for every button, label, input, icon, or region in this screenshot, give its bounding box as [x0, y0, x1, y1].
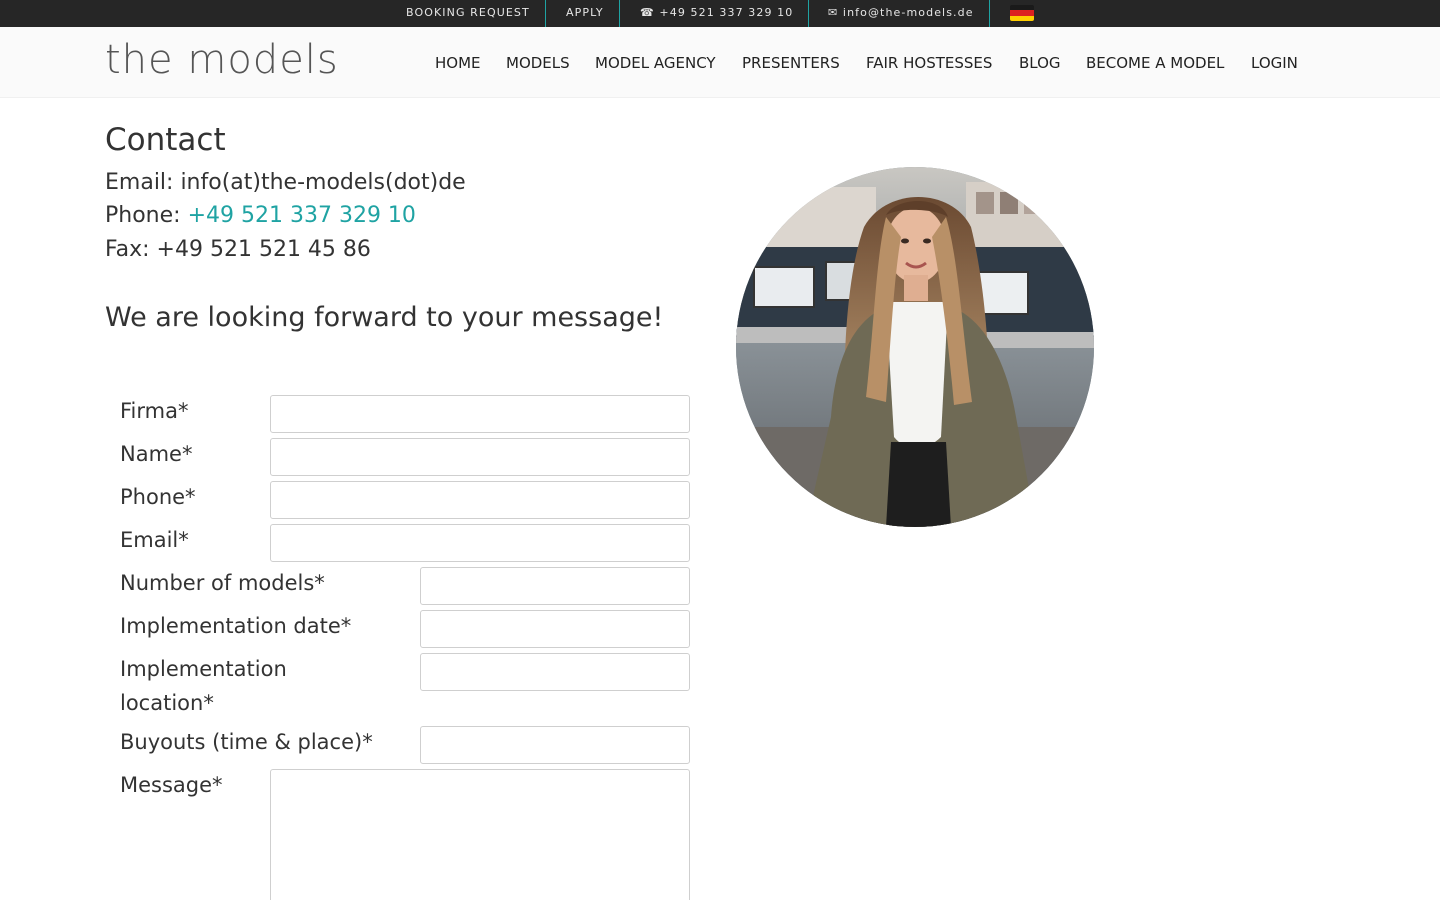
- topbar-separator: [989, 0, 990, 27]
- phone-field[interactable]: [270, 481, 690, 519]
- nav-model-agency[interactable]: MODEL AGENCY: [595, 54, 716, 72]
- implementation-location-field[interactable]: [420, 653, 690, 691]
- number-of-models-field[interactable]: [420, 567, 690, 605]
- nav-become-a-model[interactable]: BECOME A MODEL: [1086, 54, 1224, 72]
- german-flag-icon[interactable]: [1010, 5, 1034, 21]
- nav-login[interactable]: LOGIN: [1251, 54, 1298, 72]
- number-of-models-label: Number of models*: [120, 571, 325, 595]
- contact-person-photo-illustration: [736, 167, 1094, 527]
- nav-home[interactable]: HOME: [435, 54, 481, 72]
- implementation-date-field[interactable]: [420, 610, 690, 648]
- firma-label: Firma*: [120, 399, 189, 423]
- contact-phone: Phone: +49 521 337 329 10: [105, 201, 416, 231]
- logo-text: the models: [105, 37, 339, 83]
- site-logo[interactable]: the models: [105, 30, 377, 90]
- topbar-separator: [545, 0, 546, 27]
- email-field[interactable]: [270, 524, 690, 562]
- email-label: Email*: [120, 528, 189, 552]
- contact-email: Email: info(at)the-models(dot)de: [105, 170, 466, 195]
- implementation-date-label: Implementation date*: [120, 614, 352, 638]
- top-bar: BOOKING REQUEST APPLY ☎ +49 521 337 329 …: [0, 0, 1440, 27]
- contact-phone-label: Phone:: [105, 203, 188, 228]
- contact-person-photo: [736, 167, 1094, 527]
- contact-phone-link[interactable]: +49 521 337 329 10: [188, 203, 416, 228]
- nav-presenters[interactable]: PRESENTERS: [742, 54, 840, 72]
- site-header: the models HOME MODELS MODEL AGENCY PRES…: [0, 27, 1440, 98]
- implementation-location-label: Implementation: [120, 657, 287, 681]
- implementation-location-label-continued: location*: [120, 691, 214, 715]
- contact-fax: Fax: +49 521 521 45 86: [105, 237, 371, 262]
- page-title: Contact: [105, 122, 226, 158]
- name-field[interactable]: [270, 438, 690, 476]
- booking-request-link[interactable]: BOOKING REQUEST: [406, 0, 530, 27]
- form-heading: We are looking forward to your message!: [105, 302, 664, 333]
- apply-link[interactable]: APPLY: [566, 0, 604, 27]
- message-label: Message*: [120, 773, 223, 797]
- topbar-separator: [808, 0, 809, 27]
- nav-blog[interactable]: BLOG: [1019, 54, 1061, 72]
- message-field[interactable]: [270, 769, 690, 900]
- firma-field[interactable]: [270, 395, 690, 433]
- nav-fair-hostesses[interactable]: FAIR HOSTESSES: [866, 54, 992, 72]
- topbar-separator: [619, 0, 620, 27]
- phone-label: Phone*: [120, 485, 196, 509]
- name-label: Name*: [120, 442, 193, 466]
- buyouts-field[interactable]: [420, 726, 690, 764]
- topbar-phone-link[interactable]: ☎ +49 521 337 329 10: [640, 0, 793, 27]
- topbar-email-link[interactable]: ✉ info@the-models.de: [828, 0, 974, 27]
- buyouts-label: Buyouts (time & place)*: [120, 730, 373, 754]
- nav-models[interactable]: MODELS: [506, 54, 570, 72]
